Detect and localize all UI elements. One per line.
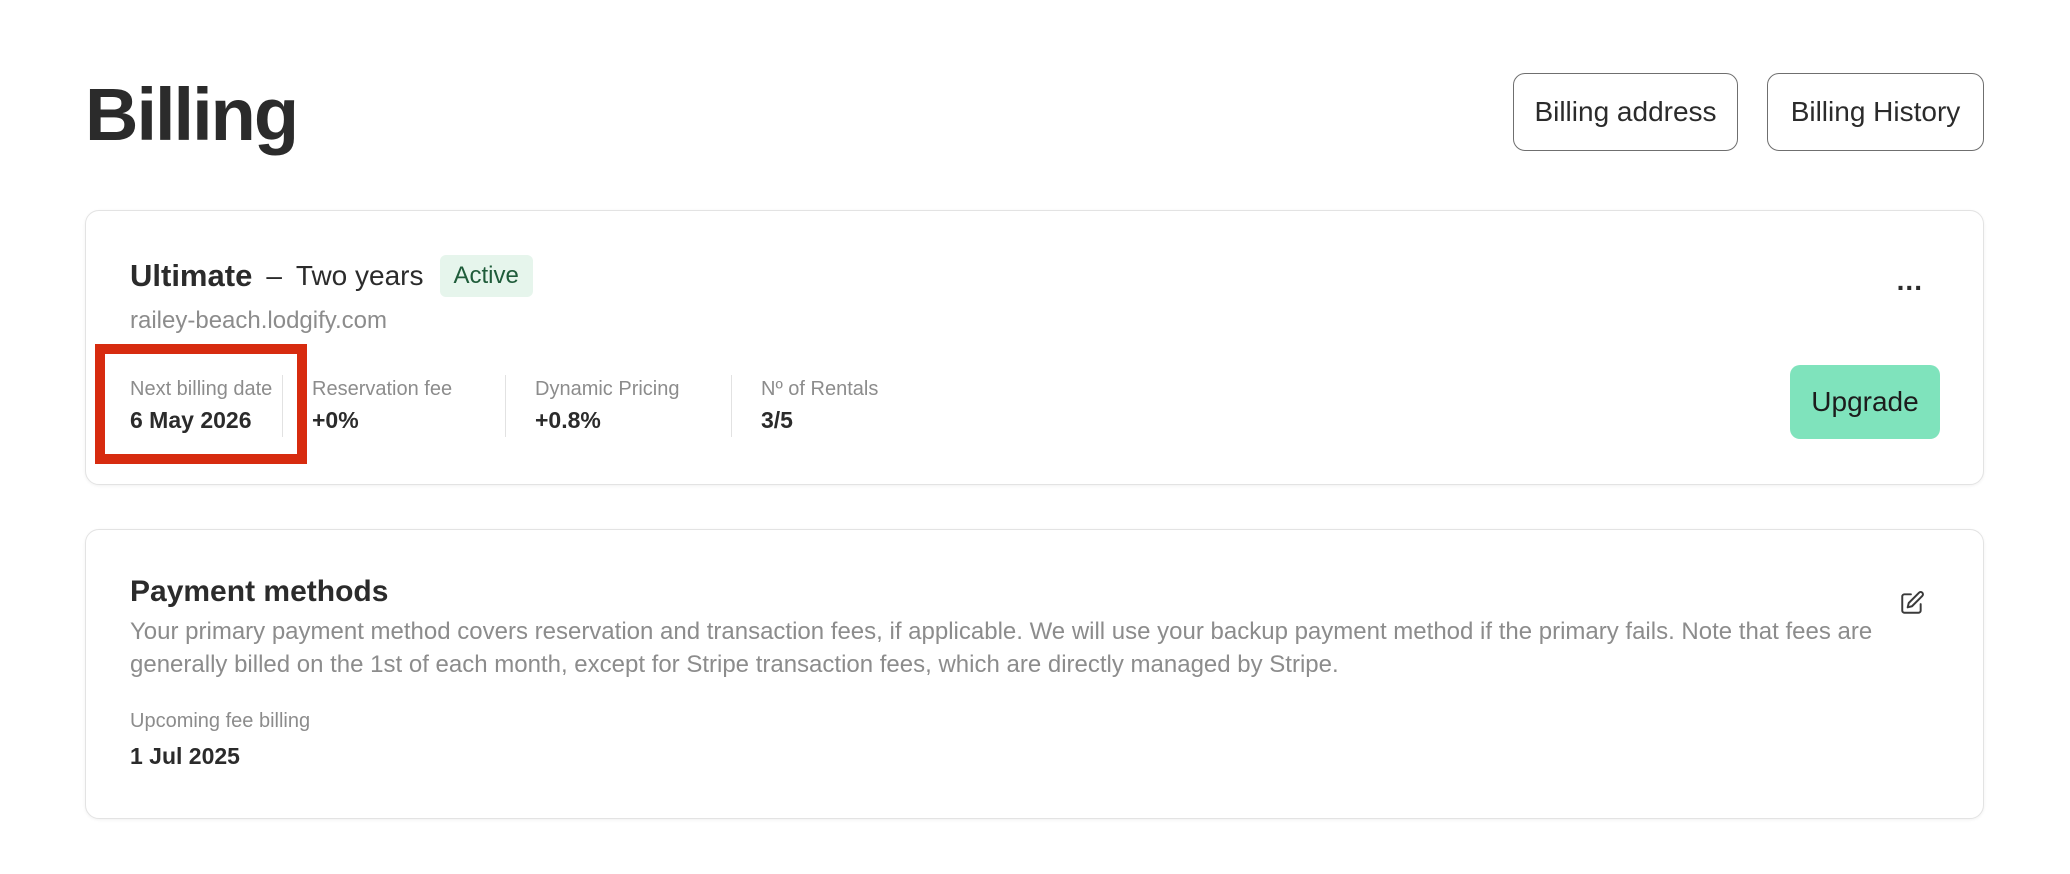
highlight-annotation-box: [95, 344, 307, 464]
plan-header: Ultimate – Two years Active: [130, 255, 533, 297]
plan-name: Ultimate: [130, 258, 253, 293]
payment-methods-title: Payment methods: [130, 575, 389, 608]
edit-pencil-icon[interactable]: [1899, 590, 1925, 616]
stat-number-of-rentals: Nº of Rentals 3/5: [731, 375, 941, 437]
plan-term: Two years: [295, 260, 424, 291]
status-badge: Active: [439, 255, 533, 297]
payment-methods-card: Payment methods Your primary payment met…: [85, 529, 1984, 819]
plan-domain: railey-beach.lodgify.com: [130, 307, 388, 334]
stat-dynamic-pricing: Dynamic Pricing +0.8%: [505, 375, 731, 437]
upcoming-fee-billing-value: 1 Jul 2025: [130, 743, 240, 769]
stat-value: +0.8%: [535, 407, 601, 433]
more-horizontal-icon[interactable]: ...: [1897, 267, 1923, 295]
stat-value: 3/5: [761, 407, 793, 433]
billing-history-button[interactable]: Billing History: [1767, 73, 1984, 151]
upcoming-fee-billing-label: Upcoming fee billing: [130, 710, 311, 732]
upgrade-button[interactable]: Upgrade: [1790, 365, 1940, 439]
stat-value: +0%: [312, 407, 359, 433]
billing-address-button[interactable]: Billing address: [1513, 73, 1738, 151]
stat-label: Reservation fee: [312, 378, 453, 400]
page-title: Billing: [85, 73, 299, 156]
plan-separator: –: [266, 260, 282, 291]
payment-methods-description: Your primary payment method covers reser…: [130, 618, 1873, 678]
stat-reservation-fee: Reservation fee +0%: [282, 375, 505, 437]
plan-card: Ultimate – Two years Active railey-beach…: [85, 210, 1984, 485]
stat-label: Dynamic Pricing: [535, 378, 680, 400]
stat-label: Nº of Rentals: [761, 378, 879, 400]
